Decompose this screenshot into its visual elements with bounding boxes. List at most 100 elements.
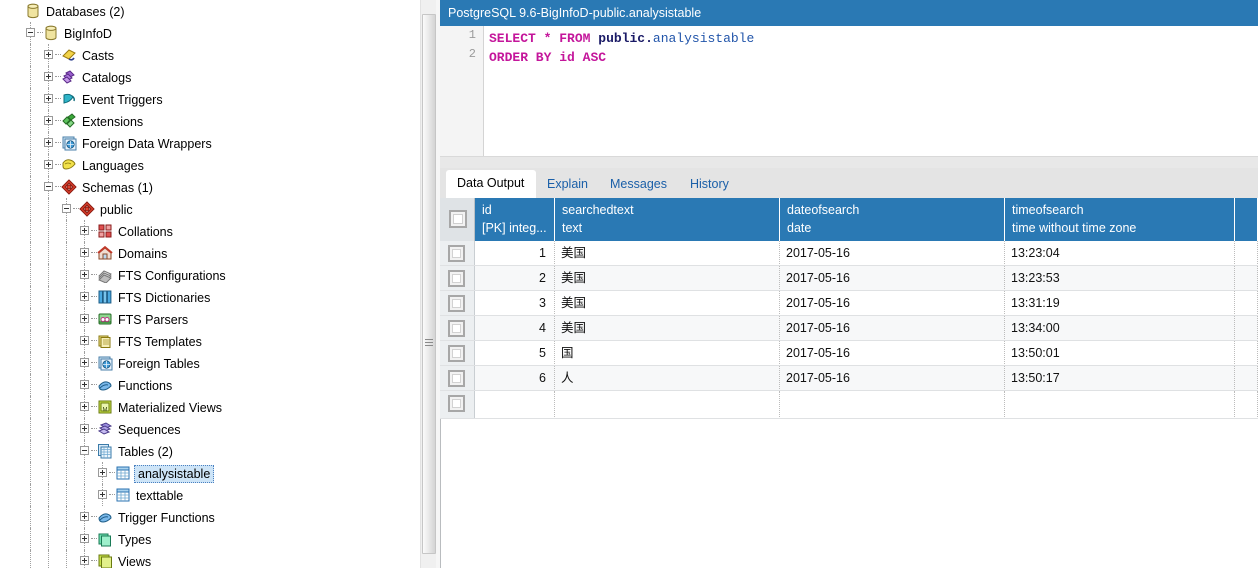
grid-cell-searchedtext[interactable]: 美国 [555, 241, 780, 266]
tab-history[interactable]: History [679, 172, 741, 198]
tree-expander-plus-icon[interactable] [80, 336, 97, 345]
sql-editor[interactable]: 1 2 SELECT * FROM public.analysistable O… [440, 26, 1258, 157]
tree-expander-plus-icon[interactable] [44, 94, 61, 103]
row-checkbox[interactable] [448, 370, 465, 387]
tree-item-foreign-data-wrappers[interactable]: Foreign Data Wrappers [0, 132, 420, 154]
tree-expander-plus-icon[interactable] [80, 424, 97, 433]
grid-cell-dateofsearch[interactable]: 2017-05-16 [780, 291, 1005, 316]
table-row[interactable]: 5 国 2017-05-16 13:50:01 [440, 341, 1258, 366]
tree-item-tables-2[interactable]: Tables (2) [0, 440, 420, 462]
tree-item-catalogs[interactable]: Catalogs [0, 66, 420, 88]
tree-item-collations[interactable]: Collations [0, 220, 420, 242]
tree-expander-plus-icon[interactable] [80, 402, 97, 411]
tree-vertical-scrollbar[interactable] [420, 0, 437, 568]
grid-cell-id[interactable]: 3 [475, 291, 555, 316]
table-row[interactable] [440, 391, 1258, 419]
tree-item-schemas-1[interactable]: Schemas (1) [0, 176, 420, 198]
tree-expander-plus-icon[interactable] [80, 248, 97, 257]
tree-item-fts-templates[interactable]: FTS Templates [0, 330, 420, 352]
tree-item-materialized-views[interactable]: M Materialized Views [0, 396, 420, 418]
grid-cell-timeofsearch[interactable]: 13:23:04 [1005, 241, 1235, 266]
grid-cell-timeofsearch[interactable]: 13:31:19 [1005, 291, 1235, 316]
row-checkbox[interactable] [448, 320, 465, 337]
row-selector[interactable] [440, 316, 475, 341]
grid-cell-searchedtext[interactable] [555, 391, 780, 419]
column-header-id[interactable]: id [PK] integ... [475, 198, 555, 241]
tree-item-fts-configurations[interactable]: FTS Configurations [0, 264, 420, 286]
tree-expander-plus-icon[interactable] [80, 358, 97, 367]
column-header-searchedtext[interactable]: searchedtext text [555, 198, 780, 241]
row-checkbox[interactable] [448, 295, 465, 312]
grid-cell-dateofsearch[interactable]: 2017-05-16 [780, 241, 1005, 266]
column-header-timeofsearch[interactable]: timeofsearch time without time zone [1005, 198, 1235, 241]
tree-item-event-triggers[interactable]: Event Triggers [0, 88, 420, 110]
row-checkbox[interactable] [448, 270, 465, 287]
tree-expander-minus-icon[interactable] [44, 182, 61, 191]
tab-messages[interactable]: Messages [599, 172, 679, 198]
tree-item-functions[interactable]: Functions [0, 374, 420, 396]
tree-expander-minus-icon[interactable] [26, 28, 43, 37]
grid-cell-id[interactable]: 6 [475, 366, 555, 391]
tree-expander-plus-icon[interactable] [80, 292, 97, 301]
tree-item-fts-dictionaries[interactable]: FTS Dictionaries [0, 286, 420, 308]
table-row[interactable]: 4 美国 2017-05-16 13:34:00 [440, 316, 1258, 341]
row-checkbox[interactable] [448, 345, 465, 362]
grid-cell-blank[interactable] [1235, 341, 1258, 366]
tree-expander-minus-icon[interactable] [62, 204, 79, 213]
grid-cell-blank[interactable] [1235, 316, 1258, 341]
tree-item-sequences[interactable]: Sequences [0, 418, 420, 440]
tree-expander-plus-icon[interactable] [80, 512, 97, 521]
grid-cell-searchedtext[interactable]: 人 [555, 366, 780, 391]
tree-expander-plus-icon[interactable] [44, 116, 61, 125]
grid-cell-blank[interactable] [1235, 391, 1258, 419]
grid-cell-dateofsearch[interactable]: 2017-05-16 [780, 266, 1005, 291]
grid-cell-blank[interactable] [1235, 291, 1258, 316]
grid-cell-timeofsearch[interactable]: 13:50:01 [1005, 341, 1235, 366]
tree-expander-plus-icon[interactable] [98, 468, 115, 477]
tree-item-texttable[interactable]: texttable [0, 484, 420, 506]
grid-cell-id[interactable]: 5 [475, 341, 555, 366]
tree-item-domains[interactable]: Domains [0, 242, 420, 264]
grid-cell-dateofsearch[interactable] [780, 391, 1005, 419]
tree-item-extensions[interactable]: Extensions [0, 110, 420, 132]
grid-cell-searchedtext[interactable]: 美国 [555, 266, 780, 291]
tree-expander-plus-icon[interactable] [44, 50, 61, 59]
row-checkbox[interactable] [448, 395, 465, 412]
column-header-blank[interactable] [1235, 198, 1258, 241]
grid-cell-searchedtext[interactable]: 美国 [555, 316, 780, 341]
table-row[interactable]: 2 美国 2017-05-16 13:23:53 [440, 266, 1258, 291]
tree-expander-plus-icon[interactable] [80, 314, 97, 323]
grid-cell-dateofsearch[interactable]: 2017-05-16 [780, 316, 1005, 341]
table-row[interactable]: 3 美国 2017-05-16 13:31:19 [440, 291, 1258, 316]
data-output-grid[interactable]: id [PK] integ... searchedtext text dateofsea… [440, 198, 1258, 568]
tree-item-analysistable[interactable]: analysistable [0, 462, 420, 484]
sql-code-area[interactable]: SELECT * FROM public.analysistable ORDER… [485, 26, 1258, 156]
row-selector[interactable] [440, 391, 475, 419]
tree-item-fts-parsers[interactable]: FTS Parsers [0, 308, 420, 330]
tree-item-views[interactable]: Views [0, 550, 420, 568]
tree-item-databases-2[interactable]: Databases (2) [0, 0, 420, 22]
table-row[interactable]: 1 美国 2017-05-16 13:23:04 [440, 241, 1258, 266]
tree-expander-plus-icon[interactable] [44, 72, 61, 81]
row-selector[interactable] [440, 241, 475, 266]
grid-cell-id[interactable]: 2 [475, 266, 555, 291]
grid-cell-searchedtext[interactable]: 国 [555, 341, 780, 366]
grid-header-row[interactable]: id [PK] integ... searchedtext text dateofsea… [440, 198, 1258, 241]
tree-item-biginfod[interactable]: BigInfoD [0, 22, 420, 44]
tree-expander-minus-icon[interactable] [80, 446, 97, 455]
grid-cell-timeofsearch[interactable]: 13:34:00 [1005, 316, 1235, 341]
grid-cell-dateofsearch[interactable]: 2017-05-16 [780, 366, 1005, 391]
row-selector[interactable] [440, 366, 475, 391]
table-row[interactable]: 6 人 2017-05-16 13:50:17 [440, 366, 1258, 391]
select-all-checkbox[interactable] [449, 210, 467, 228]
tree-expander-plus-icon[interactable] [80, 226, 97, 235]
grid-cell-id[interactable] [475, 391, 555, 419]
tree-expander-plus-icon[interactable] [80, 534, 97, 543]
grid-cell-id[interactable]: 1 [475, 241, 555, 266]
tree-expander-plus-icon[interactable] [44, 160, 61, 169]
grid-cell-timeofsearch[interactable]: 13:23:53 [1005, 266, 1235, 291]
object-tree[interactable]: Databases (2) BigInfoD Casts Catalogs Event … [0, 0, 420, 568]
tree-item-public[interactable]: public [0, 198, 420, 220]
grid-cell-searchedtext[interactable]: 美国 [555, 291, 780, 316]
tree-item-casts[interactable]: Casts [0, 44, 420, 66]
